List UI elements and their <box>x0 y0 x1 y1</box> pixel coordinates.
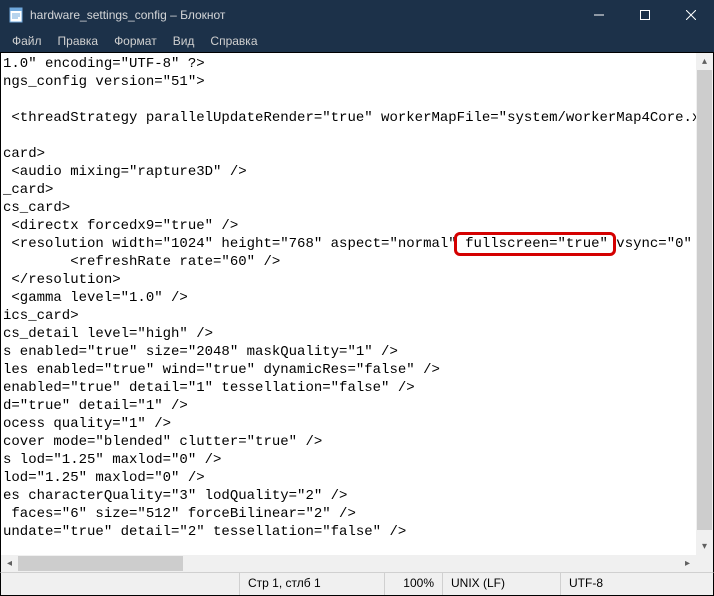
editor-area: 1.0" encoding="UTF-8" ?> ngs_config vers… <box>0 52 714 572</box>
menubar: Файл Правка Формат Вид Справка <box>0 30 714 52</box>
menu-edit[interactable]: Правка <box>50 32 107 50</box>
horizontal-scroll-thumb[interactable] <box>18 556 183 571</box>
status-spacer <box>1 573 239 595</box>
status-eol: UNIX (LF) <box>442 573 560 595</box>
scroll-down-button[interactable]: ▾ <box>696 538 713 555</box>
text-editor[interactable]: 1.0" encoding="UTF-8" ?> ngs_config vers… <box>1 53 696 555</box>
scroll-left-button[interactable]: ◂ <box>1 555 18 572</box>
menu-format[interactable]: Формат <box>106 32 165 50</box>
close-button[interactable] <box>668 0 714 30</box>
vertical-scrollbar[interactable]: ▴ ▾ <box>696 53 713 555</box>
notepad-icon <box>8 7 24 23</box>
scroll-right-button[interactable]: ▸ <box>679 555 696 572</box>
status-zoom: 100% <box>384 573 442 595</box>
scroll-corner <box>696 555 713 572</box>
horizontal-scrollbar[interactable]: ◂ ▸ <box>1 555 696 572</box>
status-position: Стр 1, стлб 1 <box>239 573 384 595</box>
vertical-scroll-thumb[interactable] <box>697 70 712 530</box>
window-title: hardware_settings_config – Блокнот <box>30 8 576 22</box>
menu-view[interactable]: Вид <box>165 32 203 50</box>
titlebar: hardware_settings_config – Блокнот <box>0 0 714 30</box>
minimize-button[interactable] <box>576 0 622 30</box>
status-encoding: UTF-8 <box>560 573 713 595</box>
statusbar: Стр 1, стлб 1 100% UNIX (LF) UTF-8 <box>0 572 714 596</box>
menu-help[interactable]: Справка <box>202 32 265 50</box>
scroll-up-button[interactable]: ▴ <box>696 53 713 70</box>
window-buttons <box>576 0 714 30</box>
menu-file[interactable]: Файл <box>4 32 50 50</box>
maximize-button[interactable] <box>622 0 668 30</box>
